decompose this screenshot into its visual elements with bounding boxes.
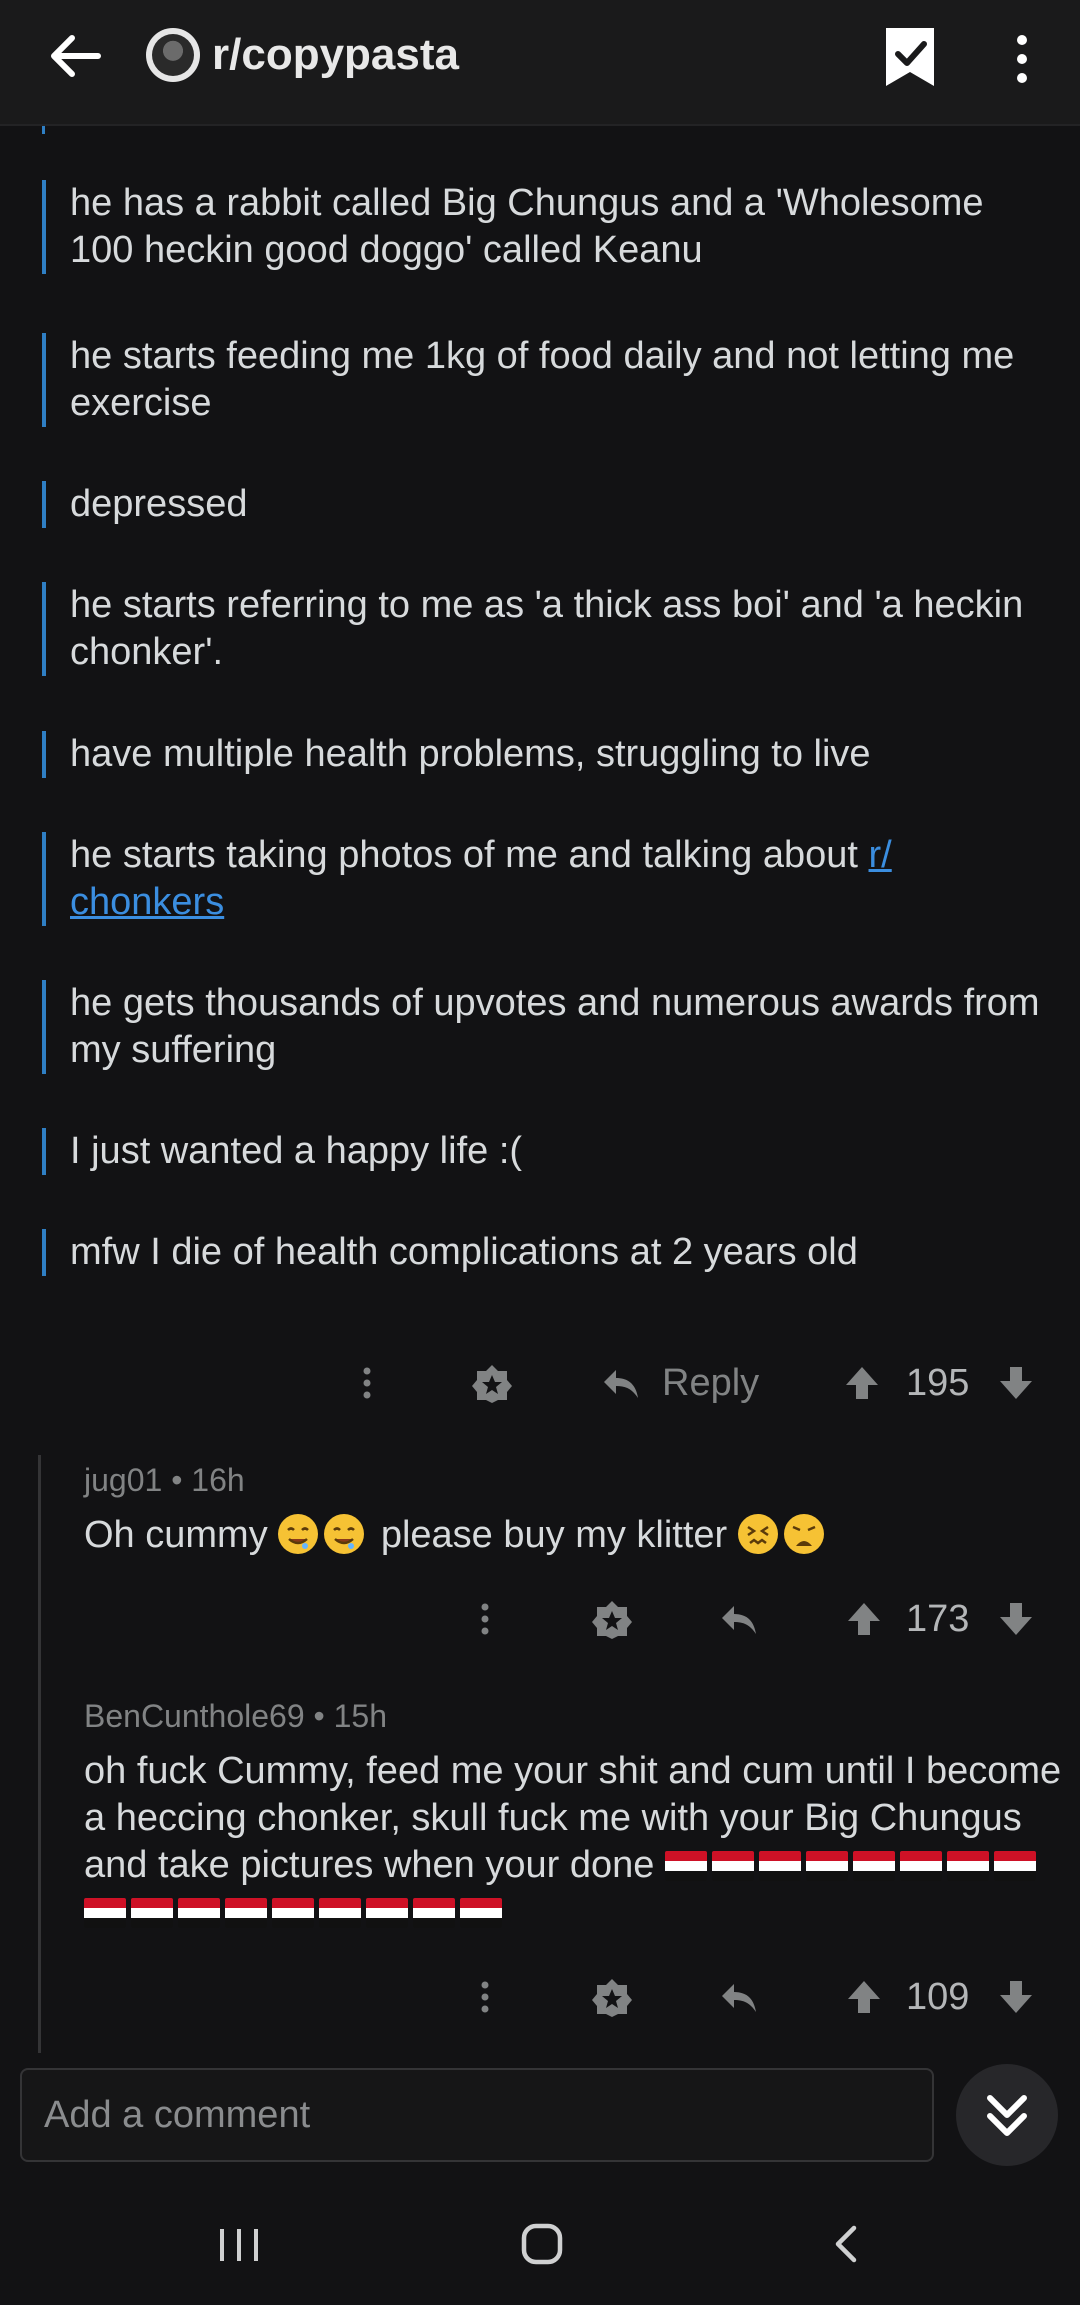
- award-icon[interactable]: [470, 1348, 514, 1418]
- more-options-icon[interactable]: [470, 1962, 500, 2032]
- jump-down-button[interactable]: [956, 2064, 1058, 2166]
- nav-back-icon[interactable]: [828, 2222, 864, 2271]
- comment-actions: Reply 195: [0, 1348, 1080, 1418]
- comment-age: 16h: [191, 1462, 245, 1498]
- iraq-flag-icon: [460, 1898, 502, 1928]
- comment-text: please buy my klitter: [380, 1514, 728, 1556]
- iraq-flag-icon: [899, 1851, 942, 1881]
- quote-paragraph: he gets thousands of upvotes and numerou…: [42, 980, 1042, 1074]
- quote-paragraph: I just wanted a happy life :(: [42, 1128, 1042, 1175]
- comment-actions: 173: [0, 1584, 1080, 1654]
- upvote-icon[interactable]: [844, 1584, 884, 1654]
- iraq-flag-icon: [272, 1898, 314, 1928]
- iraq-flag-icon: [758, 1851, 801, 1881]
- bookmark-check-icon[interactable]: [878, 22, 942, 92]
- comment-author[interactable]: BenCunthole69: [84, 1698, 305, 1734]
- iraq-flag-icon: [852, 1851, 895, 1881]
- more-options-icon[interactable]: [352, 1348, 382, 1418]
- quote-bar: [42, 126, 45, 134]
- downvote-icon[interactable]: [996, 1348, 1036, 1418]
- iraq-flag-icon: [178, 1898, 220, 1928]
- more-options-icon[interactable]: [470, 1584, 500, 1654]
- comment-score: 109: [906, 1975, 970, 2018]
- comment-body: oh fuck Cummy, feed me your shit and cum…: [84, 1748, 1062, 1936]
- quote-paragraph: have multiple health problems, strugglin…: [42, 731, 1042, 778]
- iraq-flag-icon: [84, 1898, 126, 1928]
- back-arrow-icon[interactable]: [40, 24, 110, 94]
- drooling-face-icon: [278, 1514, 319, 1554]
- quote-text: he starts taking photos of me and talkin…: [70, 834, 858, 876]
- quote-paragraph: he starts taking photos of me and talkin…: [42, 832, 1042, 926]
- recents-icon[interactable]: [216, 2225, 262, 2270]
- quote-paragraph: he starts referring to me as 'a thick as…: [42, 582, 1042, 676]
- add-comment-input[interactable]: Add a comment: [20, 2068, 934, 2162]
- iraq-flag-icon: [664, 1851, 707, 1881]
- iraq-flag-icon: [413, 1898, 455, 1928]
- quote-paragraph: he has a rabbit called Big Chungus and a…: [42, 180, 1042, 274]
- award-icon[interactable]: [590, 1584, 634, 1654]
- upvote-icon[interactable]: [842, 1348, 882, 1418]
- iraq-flag-icon: [993, 1851, 1036, 1881]
- quote-paragraph: he starts feeding me 1kg of food daily a…: [42, 333, 1042, 427]
- double-chevron-down-icon: [987, 2095, 1027, 2136]
- iraq-flag-icon: [319, 1898, 361, 1928]
- iraq-flag-icon: [946, 1851, 989, 1881]
- comment-score: 173: [906, 1597, 970, 1640]
- quote-paragraph: mfw I die of health complications at 2 y…: [42, 1229, 1042, 1276]
- iraq-flag-icon: [131, 1898, 173, 1928]
- comment-meta: BenCunthole69 • 15h: [84, 1698, 387, 1734]
- confounded-face-icon: [737, 1514, 778, 1554]
- comment-text: Oh cummy: [84, 1514, 268, 1556]
- comment-body: Oh cummy please buy my klitter: [84, 1512, 1064, 1559]
- more-vertical-icon[interactable]: [1000, 26, 1044, 92]
- comment-author[interactable]: jug01: [84, 1462, 162, 1498]
- iraq-flag-icon: [366, 1898, 408, 1928]
- subreddit-title[interactable]: r/copypasta: [212, 30, 459, 80]
- comment-actions: 109: [0, 1962, 1080, 2032]
- iraq-flag-icon: [711, 1851, 754, 1881]
- home-icon[interactable]: [520, 2222, 564, 2271]
- iraq-flag-icon: [805, 1851, 848, 1881]
- reply-label: Reply: [662, 1361, 760, 1404]
- reply-icon[interactable]: [718, 1584, 760, 1654]
- quote-paragraph: depressed: [42, 481, 1042, 528]
- upvote-icon[interactable]: [844, 1962, 884, 2032]
- reply-icon[interactable]: [718, 1962, 760, 2032]
- drooling-face-icon: [324, 1514, 365, 1554]
- reply-button[interactable]: Reply: [600, 1348, 759, 1418]
- comment-age: 15h: [333, 1698, 387, 1734]
- top-app-bar: r/copypasta: [0, 0, 1080, 126]
- downvote-icon[interactable]: [996, 1962, 1036, 2032]
- downvote-icon[interactable]: [996, 1584, 1036, 1654]
- weary-face-icon: [783, 1514, 824, 1554]
- comment-score: 195: [906, 1361, 970, 1404]
- award-icon[interactable]: [590, 1962, 634, 2032]
- comment-meta: jug01 • 16h: [84, 1462, 245, 1498]
- subreddit-avatar[interactable]: [146, 28, 200, 82]
- iraq-flag-icon: [225, 1898, 267, 1928]
